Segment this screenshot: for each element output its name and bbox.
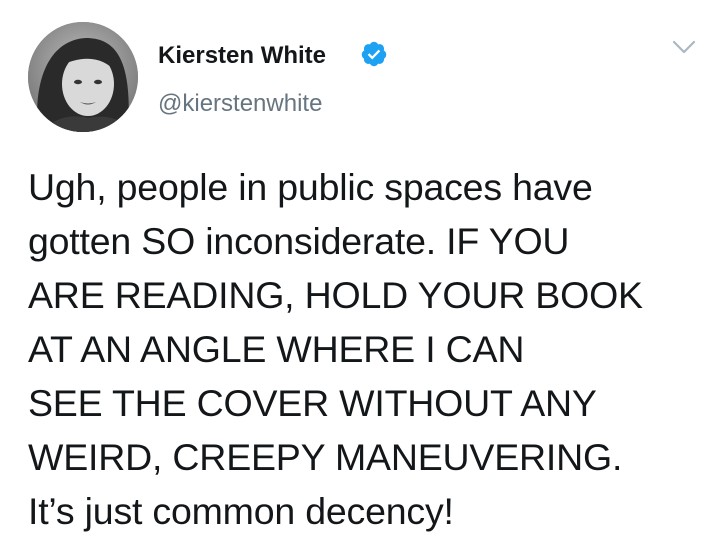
tweet-card: Kiersten White @kierstenwhite Ugh, peopl… bbox=[0, 0, 720, 555]
chevron-down-icon[interactable] bbox=[672, 38, 696, 56]
tweet-text-line: WEIRD, CREEPY MANEUVERING. bbox=[28, 436, 623, 478]
handle[interactable]: @kierstenwhite bbox=[158, 90, 322, 118]
tweet-text: Ugh, people in public spaces have gotten… bbox=[28, 160, 708, 538]
tweet-text-line: SEE THE COVER WITHOUT ANY bbox=[28, 382, 597, 424]
tweet-text-line: gotten SO inconsiderate. IF YOU bbox=[28, 220, 570, 262]
tweet-text-line: AT AN ANGLE WHERE I CAN bbox=[28, 328, 525, 370]
tweet-text-line: It’s just common decency! bbox=[28, 490, 454, 532]
verified-badge-icon bbox=[361, 41, 387, 67]
display-name[interactable]: Kiersten White bbox=[158, 42, 326, 70]
tweet-text-line: ARE READING, HOLD YOUR BOOK bbox=[28, 274, 643, 316]
avatar-photo bbox=[28, 22, 138, 132]
tweet-text-line: Ugh, people in public spaces have bbox=[28, 166, 593, 208]
avatar[interactable] bbox=[28, 22, 138, 132]
